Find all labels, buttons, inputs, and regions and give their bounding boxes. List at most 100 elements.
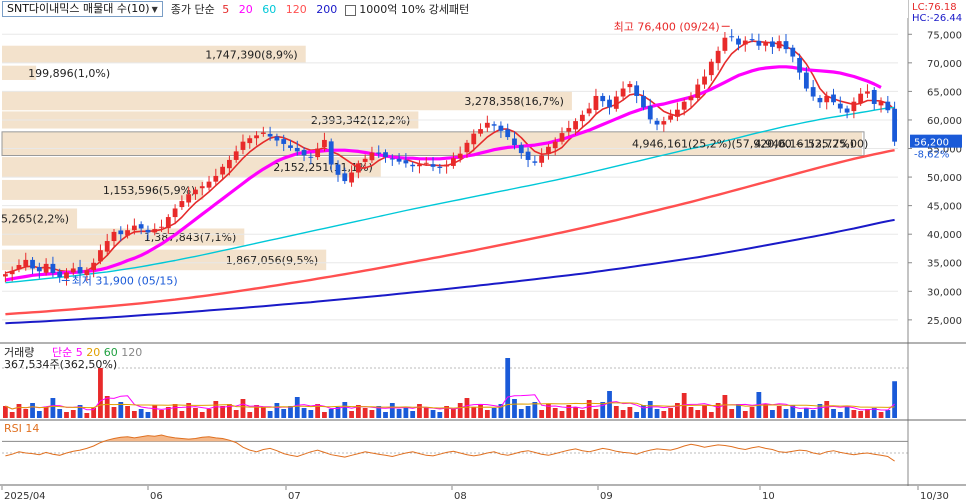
candle-body [518, 145, 524, 154]
candle-body [837, 103, 843, 109]
volume-bar [776, 406, 782, 418]
candle-body [145, 229, 151, 233]
current-change-label: -8,62% [914, 150, 949, 161]
stock-chart[interactable]: 199,896(1,0%) 1,747,390(8,9%) 3,278,358(16… [0, 0, 966, 503]
candle-body [491, 124, 497, 126]
volume-bar [159, 410, 164, 418]
ma-20-label: 20 [238, 3, 253, 16]
candle-body [586, 108, 592, 114]
volume-bar [661, 411, 667, 418]
candle-body [3, 274, 8, 277]
candle-body [281, 139, 287, 144]
candle-body [254, 135, 259, 139]
candle-body [763, 42, 769, 46]
candle-body [369, 152, 375, 161]
candle-body [423, 162, 429, 164]
low-annotation: 최저 31,900 (05/15) [72, 274, 178, 287]
candle-body [688, 96, 694, 101]
candle-body [559, 133, 565, 142]
ma-legend[interactable]: 종가 단순 5 20 60 120 200 [171, 1, 337, 17]
volume-bar [220, 406, 225, 418]
volume-bar [810, 410, 816, 418]
volume-bar [654, 409, 660, 418]
candle-body [593, 95, 599, 110]
candle-body [152, 229, 158, 233]
symbol-selector[interactable]: SNT다이내믹스 매물대 수(10) ▼ [2, 1, 163, 17]
volume-bar [457, 403, 463, 418]
high-annotation: 최고 76,400 (09/24) [614, 20, 720, 33]
candle-body [722, 37, 728, 51]
candle-body [410, 164, 416, 167]
candle-body [865, 91, 870, 94]
candle-body [844, 108, 850, 113]
volume-bar [389, 403, 395, 418]
candle-body [552, 141, 558, 149]
candle-body [16, 265, 22, 270]
volume-bar [206, 409, 212, 418]
symbol-label: SNT다이내믹스 매물대 수(10) [7, 2, 150, 15]
price-tick-label: 30,000 [927, 287, 962, 298]
volume-bar [729, 409, 735, 418]
volume-bar [613, 406, 619, 418]
volume-bar [688, 407, 694, 418]
candle-body [77, 267, 83, 274]
dropdown-arrow-icon: ▼ [151, 5, 158, 14]
candle-body [206, 181, 212, 188]
volume-bar [172, 404, 178, 418]
volume-profile-label: 1,153,596(5,9%) [103, 184, 196, 197]
volume-bar [803, 408, 809, 418]
volume-bar [322, 412, 327, 418]
candle-body [797, 57, 802, 73]
volume-bar [484, 410, 490, 418]
volume-bar [369, 410, 375, 418]
volume-bar [471, 407, 477, 418]
volume-bar [505, 358, 511, 418]
candle-body [417, 164, 422, 167]
candle-body [641, 95, 646, 108]
candle-body [125, 230, 130, 236]
candle-body [342, 173, 348, 182]
volume-bar [559, 411, 565, 418]
candle-body [824, 95, 830, 103]
volume-bar [763, 404, 769, 418]
candle-body [349, 172, 354, 183]
candle-body [675, 109, 680, 117]
candle-body [64, 272, 69, 279]
pattern-indicator[interactable]: 1000억 10% 강세패턴 [345, 1, 469, 17]
x-tick-label: 08 [454, 491, 467, 502]
candle-body [220, 166, 225, 175]
candle-body [742, 40, 748, 45]
candle-body [885, 101, 891, 111]
volume-bar [783, 409, 789, 418]
volume-bar [892, 381, 897, 418]
volume-bar [57, 409, 63, 418]
volume-bar [878, 412, 884, 418]
volume-bar [179, 411, 185, 418]
volume-bar [349, 411, 354, 418]
candle-body [186, 194, 192, 203]
price-tick-label: 50,000 [927, 173, 962, 184]
candle-body [138, 224, 144, 229]
candle-body [227, 159, 232, 169]
volume-bar [722, 395, 728, 418]
volume-bar [281, 409, 287, 418]
candle-body [654, 120, 660, 125]
volume-bar [193, 408, 198, 418]
candle-body [715, 50, 721, 64]
volume-bar [532, 402, 538, 418]
volume-bar [50, 398, 56, 418]
candle-body [328, 141, 334, 165]
volume-bar [152, 405, 158, 418]
volume-bar [573, 407, 578, 418]
volume-bar [620, 410, 626, 418]
candle-body [430, 164, 436, 167]
candle-body [104, 241, 110, 252]
volume-profile-label: 425,265(2,2%) [0, 212, 69, 225]
candle-body [851, 101, 857, 112]
checkbox-icon[interactable] [345, 4, 357, 16]
candle-body [322, 139, 327, 148]
volume-bar [593, 409, 599, 418]
candle-body [613, 96, 619, 109]
price-tick-label: 70,000 [927, 59, 962, 70]
volume-bar [668, 408, 673, 418]
